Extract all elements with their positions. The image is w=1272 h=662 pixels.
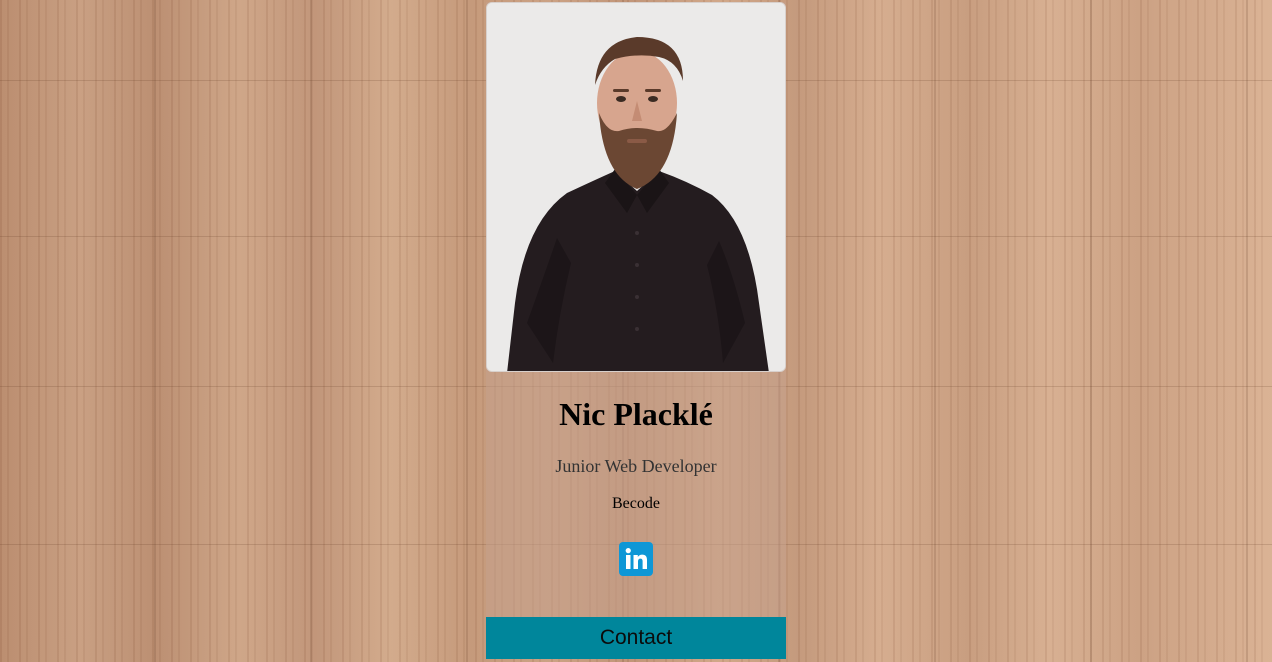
profile-organization: Becode [612, 495, 660, 512]
profile-name: Nic Placklé [559, 396, 713, 432]
contact-button[interactable]: Contact [486, 617, 786, 659]
profile-card: Nic Placklé Junior Web Developer Becode … [486, 2, 786, 659]
profile-role: Junior Web Developer [555, 456, 717, 476]
linkedin-icon[interactable] [619, 542, 653, 576]
profile-photo [486, 2, 786, 372]
